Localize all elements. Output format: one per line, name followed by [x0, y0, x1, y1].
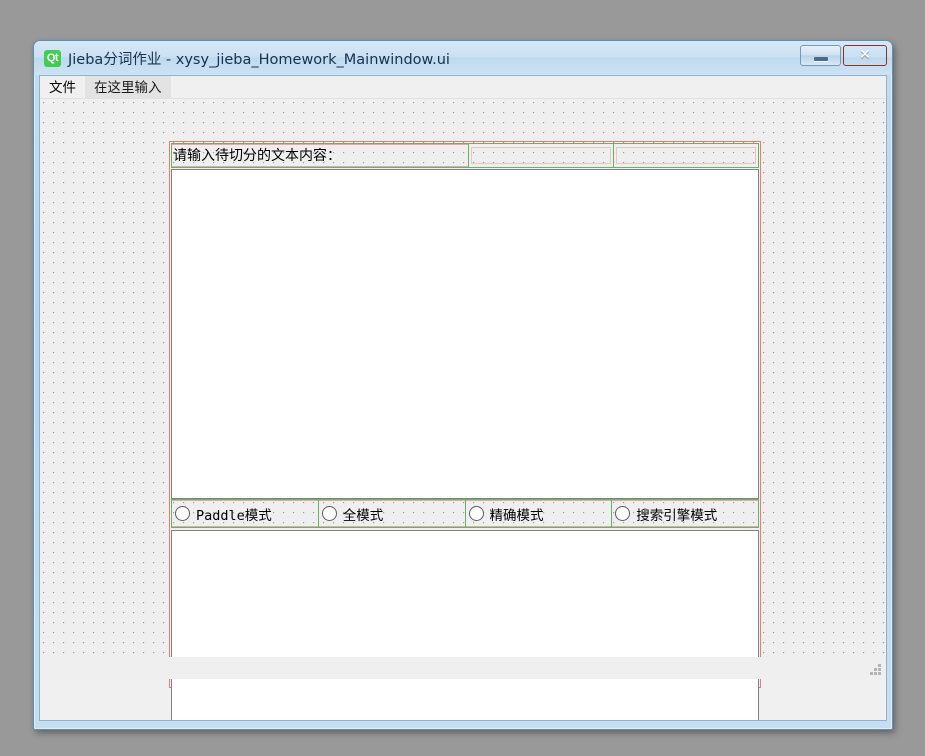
radio-paddle-mode[interactable]: Paddle模式 [172, 500, 318, 527]
title-bar: Qt Jieba分词作业 - xysy_jieba_Homework_Mainw… [34, 41, 892, 75]
window-title: Jieba分词作业 - xysy_jieba_Homework_Mainwind… [68, 52, 450, 68]
menu-item-placeholder[interactable]: 在这里输入 [85, 76, 171, 98]
radio-label: 全模式 [342, 507, 384, 524]
form-main-layout: 请输入待切分的文本内容： Paddle模式 全模式 精确模式 搜索引擎模式 [169, 141, 761, 720]
prompt-row-layout: 请输入待切分的文本内容： [171, 143, 759, 168]
designer-canvas: 请输入待切分的文本内容： Paddle模式 全模式 精确模式 搜索引擎模式 [40, 99, 886, 720]
window-controls: ✕ [800, 45, 887, 66]
radio-label: 精确模式 [489, 507, 544, 524]
client-area: 文件 在这里输入 请输入待切分的文本内容： Paddle模式 全模式 精确模式 … [39, 75, 887, 721]
radio-circle-icon [615, 506, 631, 521]
qt-designer-form-window: Qt Jieba分词作业 - xysy_jieba_Homework_Mainw… [33, 40, 893, 730]
horizontal-spacer-2 [616, 147, 756, 164]
qt-logo-icon: Qt [44, 50, 61, 67]
desktop-background: Qt Jieba分词作业 - xysy_jieba_Homework_Mainw… [0, 0, 925, 756]
title-bar-left-group: Qt Jieba分词作业 - xysy_jieba_Homework_Mainw… [44, 48, 450, 69]
layout-divider [468, 144, 469, 167]
output-textedit[interactable] [171, 530, 759, 720]
radio-label: 搜索引擎模式 [636, 507, 718, 524]
radio-circle-icon [468, 506, 484, 521]
menu-item-file[interactable]: 文件 [40, 76, 85, 98]
mode-radio-row-layout: Paddle模式 全模式 精确模式 搜索引擎模式 [171, 499, 759, 528]
resize-grip-icon[interactable] [869, 663, 882, 676]
input-textedit[interactable] [171, 169, 759, 499]
close-button[interactable]: ✕ [843, 45, 887, 66]
radio-precise-mode[interactable]: 精确模式 [465, 500, 612, 527]
status-bar [40, 657, 886, 679]
radio-circle-icon [321, 506, 337, 521]
radio-circle-icon [175, 506, 190, 521]
horizontal-spacer-1 [471, 147, 611, 164]
radio-search-engine-mode[interactable]: 搜索引擎模式 [612, 500, 758, 527]
menu-bar: 文件 在这里输入 [40, 76, 886, 99]
radio-label: Paddle模式 [196, 507, 272, 524]
minimize-button[interactable] [800, 45, 841, 66]
close-icon: ✕ [859, 47, 871, 63]
prompt-label: 请输入待切分的文本内容： [172, 144, 468, 167]
layout-divider [613, 144, 614, 167]
radio-full-mode[interactable]: 全模式 [318, 500, 465, 527]
